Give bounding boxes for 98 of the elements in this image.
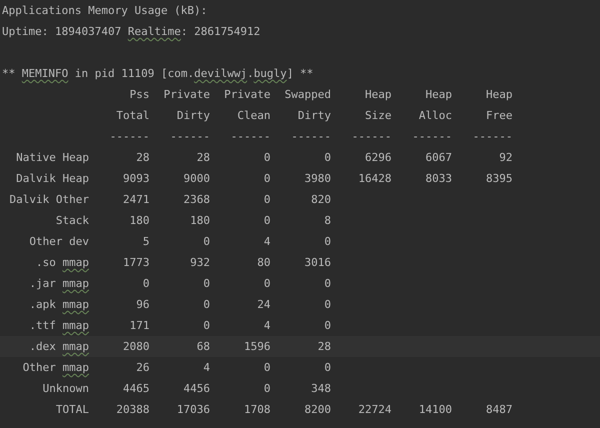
column-header: Total xyxy=(115,108,150,124)
table-cell-text: 8 xyxy=(323,213,331,229)
table-cell-text: 6067 xyxy=(424,150,452,166)
table-cell-text: 0 xyxy=(202,234,210,250)
column-header: Heap xyxy=(364,87,392,103)
table-cell-text: 0 xyxy=(262,192,270,208)
table-cell-text: 8033 xyxy=(424,171,452,187)
table-cell-text: 4 xyxy=(202,360,210,376)
table-cell-text: 820 xyxy=(310,192,331,208)
table-cell-text: 0 xyxy=(323,297,331,313)
column-header: Dirty xyxy=(176,108,210,124)
table-cell-text: 80 xyxy=(256,255,270,271)
table-cell-text: 180 xyxy=(128,213,150,229)
table-cell-text: 4 xyxy=(262,318,270,334)
table-cell-text: 24 xyxy=(256,297,270,313)
table-cell-text: 1773 xyxy=(122,255,150,271)
table-cell-text: 9093 xyxy=(122,171,150,187)
table-cell-text: 180 xyxy=(189,213,210,229)
column-header: Clean xyxy=(236,108,270,124)
row-label: .jar mmap xyxy=(28,276,89,292)
table-cell-text: 16428 xyxy=(357,171,392,187)
table-cell-text: 0 xyxy=(323,234,331,250)
table-cell-text: 0 xyxy=(323,360,331,376)
column-header: ------ xyxy=(411,129,452,145)
column-header: Alloc xyxy=(418,108,452,124)
table-cell-text: 1708 xyxy=(243,402,270,418)
table-cell-text: 0 xyxy=(202,276,210,292)
column-header: Heap xyxy=(485,87,512,103)
table-cell-text: 14100 xyxy=(418,402,452,418)
table-cell-text: 0 xyxy=(323,318,331,334)
row-label: Native Heap xyxy=(15,150,89,166)
table-cell-text: 92 xyxy=(498,150,512,166)
column-header: Pss xyxy=(128,87,150,103)
table-cell-text: 0 xyxy=(142,276,150,292)
table-cell-text: 348 xyxy=(310,381,331,397)
table-cell-text: 4465 xyxy=(122,381,150,397)
table-cell-text: 8200 xyxy=(304,402,331,418)
column-header: ------ xyxy=(230,129,270,145)
column-header: ------ xyxy=(108,129,150,145)
console-line: ** MEMINFO in pid 11109 [com.devilwwj.bugly] ** xyxy=(2,67,314,80)
column-header: Size xyxy=(364,108,392,124)
column-header: Heap xyxy=(424,87,452,103)
row-label: Dalvik Heap xyxy=(15,171,89,187)
row-label: .so mmap xyxy=(35,255,89,271)
table-cell-text: 2471 xyxy=(122,192,150,208)
table-cell-text: 28 xyxy=(316,339,331,355)
table-cell-text: 0 xyxy=(262,276,270,292)
table-cell-text: 4456 xyxy=(182,381,210,397)
table-cell-text: 0 xyxy=(202,297,210,313)
row-label: Unknown xyxy=(42,381,89,397)
table-cell-text: 4 xyxy=(262,234,270,250)
table-cell-text: 96 xyxy=(135,297,150,313)
column-header: Swapped xyxy=(284,87,331,103)
column-header: Private xyxy=(162,87,210,103)
table-cell-text: 28 xyxy=(135,150,150,166)
column-header: ------ xyxy=(290,129,331,145)
console-line: Applications Memory Usage (kB): xyxy=(2,4,208,17)
table-cell-text: 3980 xyxy=(304,171,331,187)
column-header: Free xyxy=(485,108,512,124)
table-cell-text: 0 xyxy=(262,381,270,397)
table-cell-text: 1596 xyxy=(243,339,270,355)
table-cell-text: 0 xyxy=(262,171,270,187)
table-cell-text: 6296 xyxy=(364,150,392,166)
row-label: Dalvik Other xyxy=(8,192,89,208)
table-cell-text: 932 xyxy=(189,255,210,271)
row-label: Other dev xyxy=(28,234,89,250)
row-label: .apk mmap xyxy=(28,297,89,313)
table-cell-text: 171 xyxy=(128,318,150,334)
column-header: ------ xyxy=(472,129,512,145)
table-cell-text: 17036 xyxy=(176,402,210,418)
row-label: TOTAL xyxy=(54,402,89,418)
row-label: .dex mmap xyxy=(28,339,89,355)
table-cell-text: 26 xyxy=(135,360,150,376)
table-cell-text: 8395 xyxy=(485,171,512,187)
table-cell-text: 3016 xyxy=(304,255,331,271)
row-label: Stack xyxy=(54,213,89,229)
row-label: Other mmap xyxy=(22,360,89,376)
table-cell-text: 5 xyxy=(142,234,150,250)
table-cell-text: 22724 xyxy=(357,402,392,418)
column-header: ------ xyxy=(169,129,210,145)
table-cell-text: 68 xyxy=(196,339,210,355)
table-cell-text: 0 xyxy=(202,318,210,334)
table-cell-text: 0 xyxy=(323,150,331,166)
table-cell-text: 28 xyxy=(196,150,210,166)
table-cell-text: 2368 xyxy=(182,192,210,208)
table-cell-text: 2080 xyxy=(122,339,150,355)
table-cell-text: 8487 xyxy=(485,402,512,418)
table-cell-text: 20388 xyxy=(115,402,150,418)
table-cell-text: 0 xyxy=(262,150,270,166)
console-line: Uptime: 1894037407 Realtime: 2861754912 xyxy=(2,25,260,38)
table-cell-text: 0 xyxy=(323,276,331,292)
row-label: .ttf mmap xyxy=(28,318,89,334)
column-header: ------ xyxy=(350,129,392,145)
table-cell-text: 0 xyxy=(262,360,270,376)
column-header: Dirty xyxy=(296,108,331,124)
table-cell-text: 0 xyxy=(262,213,270,229)
column-header: Private xyxy=(223,87,270,103)
table-cell-text: 9000 xyxy=(182,171,210,187)
